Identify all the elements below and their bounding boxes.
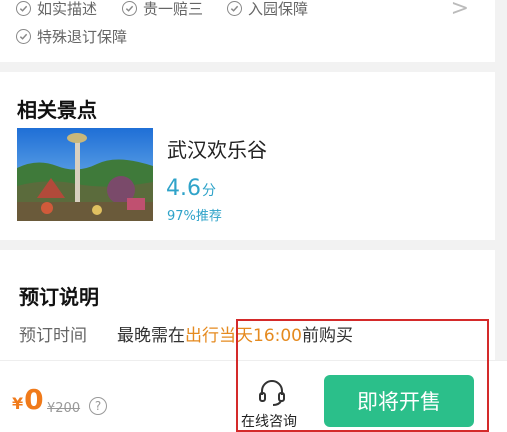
booking-time-highlight: 出行当天16:00 [185, 326, 302, 346]
check-circle-icon [227, 1, 242, 16]
section-title: 相关景点 [17, 98, 97, 122]
attraction-rating: 4.6 分 [166, 176, 216, 201]
guarantee-label: 贵一赔三 [143, 0, 204, 18]
rating-value: 4.6 [166, 176, 201, 201]
guarantee-label: 如实描述 [37, 0, 98, 18]
currency-symbol: ¥ [12, 394, 24, 413]
rating-unit: 分 [202, 183, 216, 199]
guarantee-label: 入园保障 [248, 0, 309, 18]
guarantee-item: 入园保障 [227, 0, 308, 19]
headset-icon [259, 380, 285, 406]
booking-time-suffix: 前购买 [302, 326, 353, 346]
recommend-rate: 97%推荐 [167, 209, 222, 224]
booking-time-prefix: 最晚需在 [117, 326, 185, 346]
check-circle-icon [122, 1, 137, 16]
guarantee-label: 特殊退订保障 [37, 28, 128, 46]
buy-button[interactable]: 即将开售 [324, 375, 474, 427]
consult-label: 在线咨询 [241, 414, 297, 430]
bottom-action-bar: ¥ 0 ¥200 ? 在线咨询 即将开售 [0, 360, 507, 432]
booking-info-card: 预订说明 预订时间 最晚需在 出行当天16:00 前购买 [0, 250, 495, 360]
guarantee-item: 如实描述 [16, 0, 97, 19]
check-circle-icon [16, 1, 31, 16]
price-value: 0 [24, 383, 44, 416]
current-price: ¥ 0 [12, 383, 44, 416]
related-attractions-card: 相关景点 武汉欢乐谷 4.6 分 97%推荐 [0, 72, 495, 240]
attraction-thumbnail[interactable] [17, 128, 153, 221]
check-circle-icon [16, 29, 31, 44]
attraction-name[interactable]: 武汉欢乐谷 [167, 134, 267, 163]
section-title: 预订说明 [19, 285, 99, 309]
booking-time-label: 预订时间 [19, 326, 87, 346]
chevron-right-icon[interactable]: > [451, 0, 469, 21]
help-icon[interactable]: ? [89, 397, 107, 415]
original-price: ¥200 [47, 401, 81, 416]
guarantee-item: 贵一赔三 [122, 0, 203, 19]
guarantee-item: 特殊退订保障 [16, 26, 127, 47]
booking-time-row: 预订时间 最晚需在 出行当天16:00 前购买 [19, 321, 353, 346]
guarantee-card[interactable]: 如实描述 贵一赔三 入园保障 特殊退订保障 > [0, 0, 495, 62]
online-consult-button[interactable]: 在线咨询 [238, 375, 310, 432]
